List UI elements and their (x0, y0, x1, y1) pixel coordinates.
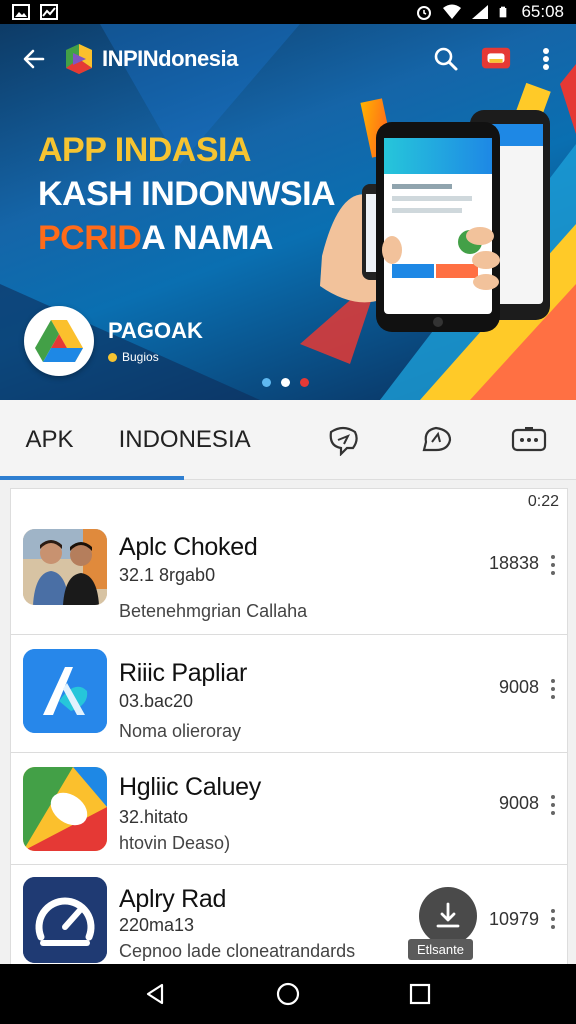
circle-home-icon (276, 982, 300, 1006)
headline-line-1: APP INDASIA (38, 131, 252, 169)
brand-logo-icon (66, 44, 92, 74)
promo-app-name: PAGOAK (108, 318, 203, 343)
app-description: htovin Deaso) (119, 833, 231, 853)
hero-headline: APP INDASIA KASH INDONWSIA PCRIDA NAMA (38, 128, 336, 260)
toolbar: INPINdonesia (0, 24, 576, 94)
nav-home-button[interactable] (268, 974, 308, 1014)
drive-app-icon (23, 767, 107, 851)
nav-back-button[interactable] (136, 974, 176, 1014)
notification-badge-icon (481, 47, 511, 69)
hero-banner[interactable]: INPINdonesia APP INDASIA KASH INDONWSIA … (0, 24, 576, 400)
download-count: 10979 (488, 909, 539, 929)
app-version: 220ma13 (119, 915, 195, 935)
tab-indonesia[interactable]: INDONESIA (99, 400, 270, 480)
app-title: Aplry Rad (119, 885, 227, 913)
tab-more[interactable] (483, 400, 576, 480)
people-photo-icon (23, 529, 107, 605)
app-description: Noma olieroray (119, 721, 242, 741)
signal-icon (472, 5, 489, 19)
speedometer-icon (23, 877, 107, 963)
more-vert-icon (543, 48, 549, 70)
item-menu-button[interactable] (547, 795, 559, 815)
battery-icon (500, 6, 507, 18)
app-icon (23, 877, 107, 963)
carousel-dot[interactable] (300, 378, 309, 387)
search-icon (434, 47, 458, 71)
keyboard-icon (512, 426, 547, 451)
tab-bar: APK INDONESIA (0, 400, 576, 480)
list-item[interactable]: Riiic Papliar 03.bac20 Noma olieroray 90… (11, 635, 567, 753)
gallery-notification-icon (12, 4, 30, 20)
status-bar: 65:08 (0, 0, 576, 24)
item-menu-button[interactable] (547, 555, 559, 575)
tab-discover[interactable] (296, 400, 389, 480)
search-button[interactable] (430, 43, 462, 75)
system-nav-bar (0, 964, 576, 1024)
brand-name: INPINdonesia (102, 46, 238, 71)
app-title: Riiic Papliar (119, 659, 248, 687)
app-title: Aplc Choked (119, 533, 258, 561)
app-icon (23, 529, 107, 605)
promo-app-publisher: Bugios (122, 350, 159, 364)
app-version: 32.hitato (119, 807, 189, 827)
download-count: 9008 (498, 793, 539, 813)
arrow-left-icon (23, 49, 45, 69)
headline-line-3: PCRIDA NAMA (38, 216, 335, 260)
promo-app-subtitle: Bugios (108, 350, 203, 364)
app-icon (23, 649, 107, 733)
headline-line-2: KASH INDONWSIA (38, 175, 336, 213)
square-recents-icon (409, 983, 431, 1005)
download-check-icon (436, 902, 460, 928)
list-item[interactable]: Aplry Rad 220ma13 Cepnoo lade cloneatran… (11, 865, 567, 965)
list-item[interactable]: Aplc Choked 32.1 8rgab0 Betenehmgrian Ca… (11, 513, 567, 635)
headline-rest: A NAMA (141, 219, 274, 257)
install-button[interactable] (419, 887, 477, 945)
download-count: 18838 (488, 553, 539, 573)
headline-accent: PCRID (38, 219, 142, 257)
drive-logo-icon (35, 320, 83, 362)
active-tab-indicator (0, 476, 184, 480)
triangle-back-icon (146, 983, 164, 1005)
app-list: 0:22 Aplc Choked 32.1 8rgab0 Betenehmgri (10, 488, 568, 966)
app-version: 32.1 8rgab0 (119, 565, 216, 585)
app-icon (23, 767, 107, 851)
app-store-icon (23, 649, 107, 733)
app-screen: 65:08 INPINdonesia APP INDASIA KASH INDO… (0, 0, 576, 1024)
item-menu-button[interactable] (547, 909, 559, 929)
overflow-menu-button[interactable] (530, 43, 562, 75)
app-description: Betenehmgrian Callaha (119, 601, 308, 621)
alarm-icon (417, 6, 432, 20)
notification-button[interactable] (480, 43, 512, 75)
brand: INPINdonesia (62, 42, 238, 76)
speech-arrow-icon (422, 426, 452, 451)
nav-recents-button[interactable] (400, 974, 440, 1014)
list-timestamp: 0:22 (527, 493, 559, 510)
tab-updates[interactable] (390, 400, 483, 480)
carousel-dot-active[interactable] (281, 378, 290, 387)
promo-app-icon (24, 306, 94, 376)
carousel-indicator (262, 378, 309, 387)
app-version: 03.bac20 (119, 691, 194, 711)
rating-dot-icon (108, 352, 117, 362)
tab-apk[interactable]: APK (0, 400, 99, 480)
carousel-dot[interactable] (262, 378, 271, 387)
back-button[interactable] (14, 39, 54, 79)
item-menu-button[interactable] (547, 679, 559, 699)
promo-app[interactable]: PAGOAK Bugios (24, 306, 203, 376)
list-item[interactable]: Hgliic Caluey 32.hitato htovin Deaso) 90… (11, 753, 567, 865)
install-tooltip: Etlsante (408, 939, 473, 960)
download-count: 9008 (498, 677, 539, 697)
chat-bubble-icon (329, 426, 358, 456)
chart-notification-icon (40, 4, 58, 20)
wifi-icon (443, 4, 462, 19)
status-time: 65:08 (521, 2, 564, 21)
app-description: Cepnoo lade cloneatrandards (119, 941, 356, 961)
app-title: Hgliic Caluey (119, 773, 261, 801)
